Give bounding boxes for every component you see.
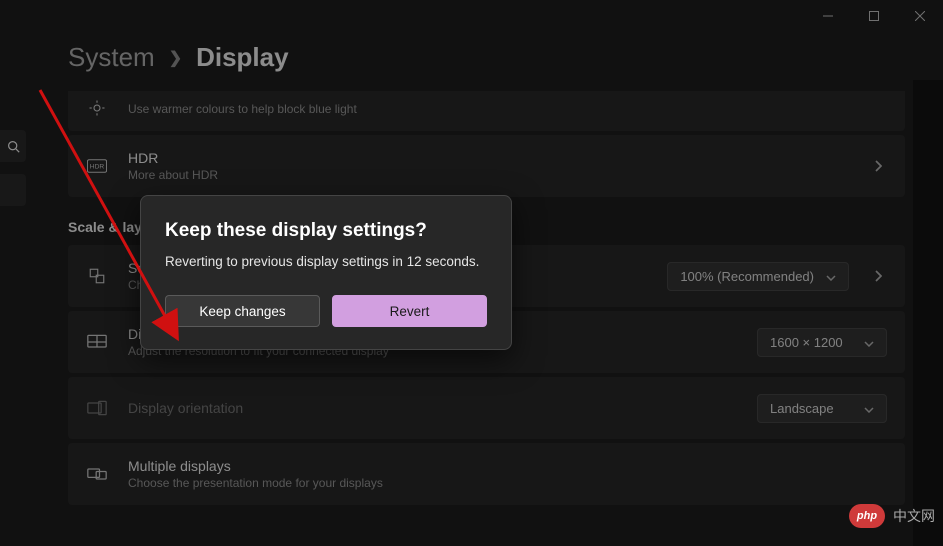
php-badge-icon: php	[849, 504, 885, 528]
revert-button[interactable]: Revert	[332, 295, 487, 327]
watermark: php 中文网	[849, 504, 935, 528]
dialog-body: Reverting to previous display settings i…	[165, 254, 487, 269]
dialog-title: Keep these display settings?	[165, 220, 487, 242]
keep-changes-button[interactable]: Keep changes	[165, 295, 320, 327]
keep-settings-dialog: Keep these display settings? Reverting t…	[140, 195, 512, 350]
watermark-text: 中文网	[893, 506, 935, 526]
